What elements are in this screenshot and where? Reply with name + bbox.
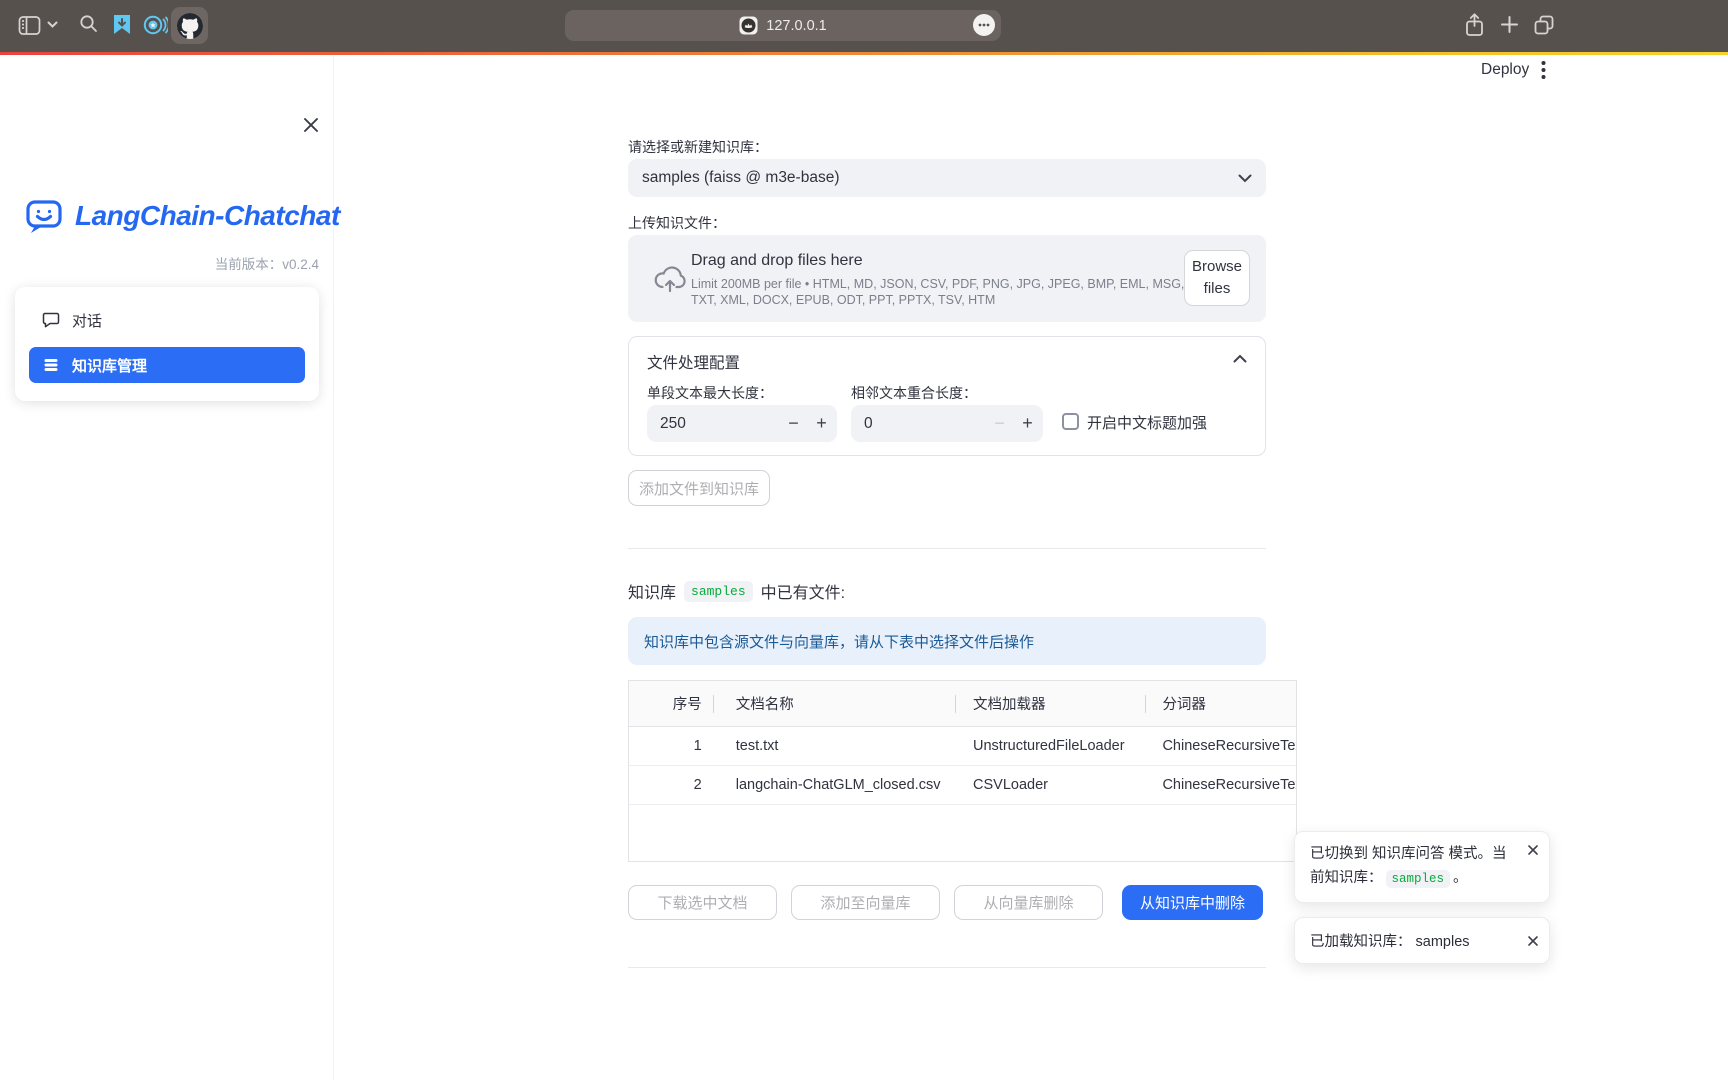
- table-row[interactable]: 1 test.txt UnstructuredFileLoader Chines…: [629, 727, 1296, 766]
- github-icon: [177, 13, 203, 39]
- kb-name-code: samples: [684, 581, 753, 602]
- table-header-row: 序号 文档名称 文档加载器 分词器: [629, 681, 1296, 727]
- info-banner: 知识库中包含源文件与向量库，请从下表中选择文件后操作: [628, 617, 1266, 665]
- column-header-index[interactable]: 序号: [629, 693, 713, 714]
- dropzone-limit-line1: Limit 200MB per file • HTML, MD, JSON, C…: [691, 277, 1245, 291]
- deploy-button[interactable]: Deploy: [1481, 61, 1529, 79]
- expander-title[interactable]: 文件处理配置: [647, 351, 740, 373]
- files-table: 序号 文档名称 文档加载器 分词器 1 test.txt Unstructure…: [628, 680, 1297, 862]
- chunk-size-label: 单段文本最大长度：: [647, 383, 773, 403]
- page-options-icon[interactable]: [973, 14, 995, 36]
- delete-from-kb-button[interactable]: 从知识库中删除: [1122, 885, 1263, 920]
- knowledge-base-icon: [42, 356, 60, 374]
- chunk-size-input[interactable]: 250 − +: [647, 405, 837, 442]
- sidebar-toggle-icon[interactable]: [18, 15, 41, 36]
- column-header-name[interactable]: 文档名称: [713, 693, 955, 714]
- close-icon[interactable]: [1527, 935, 1539, 947]
- version-label: 当前版本：v0.2.4: [24, 253, 319, 273]
- cell-splitter: ChineseRecursiveTextSplitter: [1145, 738, 1296, 754]
- sidebar: LangChain-Chatchat 当前版本：v0.2.4 对话 知识库管理: [0, 55, 334, 1080]
- kb-name-code: samples: [1386, 870, 1451, 888]
- github-tab[interactable]: [171, 7, 208, 44]
- sidebar-item-label: 知识库管理: [72, 355, 147, 376]
- kb-select[interactable]: samples (faiss @ m3e-base): [628, 159, 1266, 197]
- chunk-overlap-label: 相邻文本重合长度：: [851, 383, 977, 403]
- browse-files-button[interactable]: Browse files: [1184, 250, 1250, 306]
- logo-chat-icon: [24, 196, 64, 236]
- divider: [628, 967, 1266, 968]
- delete-from-vector-store-button[interactable]: 从向量库删除: [954, 885, 1103, 920]
- toast-mode-switched: 已切换到 知识库问答 模式。当前知识库：samples。: [1294, 831, 1550, 903]
- share-icon[interactable]: [1464, 12, 1485, 38]
- heading-prefix: 知识库: [628, 579, 676, 603]
- cell-index: 1: [629, 738, 713, 754]
- pinned-tab-broadcast-icon[interactable]: [143, 14, 168, 36]
- zh-title-enhance-label: 开启中文标题加强: [1087, 412, 1207, 433]
- dropzone-title: Drag and drop files here: [691, 252, 863, 270]
- sidebar-item-knowledge-base[interactable]: 知识库管理: [29, 347, 305, 383]
- cloud-upload-icon: [651, 261, 689, 294]
- kb-select-value: samples (faiss @ m3e-base): [642, 169, 840, 187]
- table-row[interactable]: 2 langchain-ChatGLM_closed.csv CSVLoader…: [629, 766, 1296, 805]
- toast-text: 。: [1453, 870, 1468, 886]
- close-icon[interactable]: [1527, 844, 1539, 856]
- chat-bubble-icon: [42, 311, 60, 329]
- dropzone-limit-line2: TXT, XML, DOCX, EPUB, ODT, PPT, PPTX, TS…: [691, 293, 995, 307]
- decrement-button[interactable]: −: [779, 405, 808, 442]
- file-config-expander: 文件处理配置 单段文本最大长度： 相邻文本重合长度： 250 − + 0 − +…: [628, 336, 1266, 456]
- sidebar-item-label: 对话: [72, 310, 102, 331]
- cell-loader: CSVLoader: [955, 777, 1145, 793]
- sidebar-menu: 对话 知识库管理: [15, 287, 319, 401]
- toast-text: 已加载知识库： samples: [1310, 930, 1470, 951]
- url-text: 127.0.0.1: [766, 18, 826, 34]
- search-icon[interactable]: [79, 14, 98, 33]
- add-to-vector-store-button[interactable]: 添加至向量库: [791, 885, 940, 920]
- download-selected-button[interactable]: 下载选中文档: [628, 885, 777, 920]
- increment-button[interactable]: +: [807, 405, 836, 442]
- kb-select-label: 请选择或新建知识库：: [628, 137, 768, 157]
- chunk-overlap-input[interactable]: 0 − +: [851, 405, 1043, 442]
- cell-name: test.txt: [713, 738, 955, 754]
- pinned-tab-bookmark-icon[interactable]: [111, 13, 133, 38]
- file-dropzone[interactable]: Drag and drop files here Limit 200MB per…: [628, 235, 1266, 322]
- info-text: 知识库中包含源文件与向量库，请从下表中选择文件后操作: [644, 631, 1034, 652]
- decrement-button[interactable]: −: [985, 405, 1014, 442]
- logo-text: LangChain-Chatchat: [75, 200, 340, 232]
- main-menu-icon[interactable]: [1541, 60, 1559, 80]
- chevron-up-icon[interactable]: [1233, 354, 1247, 363]
- cell-loader: UnstructuredFileLoader: [955, 738, 1145, 754]
- browser-toolbar: 127.0.0.1: [0, 0, 1728, 52]
- new-tab-icon[interactable]: [1500, 15, 1519, 34]
- toast-kb-loaded: 已加载知识库： samples: [1294, 917, 1550, 964]
- column-header-loader[interactable]: 文档加载器: [955, 693, 1145, 714]
- upload-label: 上传知识文件：: [628, 213, 726, 233]
- increment-button[interactable]: +: [1013, 405, 1042, 442]
- app-logo: LangChain-Chatchat: [24, 193, 314, 239]
- cell-splitter: ChineseRecursiveTextSplitter: [1145, 777, 1296, 793]
- cell-name: langchain-ChatGLM_closed.csv: [713, 777, 955, 793]
- chevron-down-icon: [1238, 174, 1252, 183]
- sidebar-item-dialogue[interactable]: 对话: [29, 302, 305, 338]
- tab-overview-icon[interactable]: [1533, 14, 1555, 36]
- address-bar[interactable]: 127.0.0.1: [565, 10, 1001, 41]
- cell-index: 2: [629, 777, 713, 793]
- column-header-splitter[interactable]: 分词器: [1145, 693, 1296, 714]
- kb-files-heading: 知识库 samples 中已有文件:: [628, 579, 845, 603]
- heading-suffix: 中已有文件:: [761, 579, 845, 603]
- zh-title-enhance-checkbox[interactable]: [1062, 413, 1079, 430]
- sidebar-close-icon[interactable]: [302, 116, 322, 136]
- chevron-down-icon[interactable]: [47, 21, 58, 29]
- divider: [628, 548, 1266, 549]
- chunk-overlap-value: 0: [864, 405, 873, 442]
- add-files-to-kb-button[interactable]: 添加文件到知识库: [628, 470, 770, 506]
- screen: 127.0.0.1 LangChain-Chatchat 当前版本：v0.2.4: [0, 0, 1728, 1080]
- site-favicon: [739, 16, 758, 35]
- chunk-size-value: 250: [660, 405, 686, 442]
